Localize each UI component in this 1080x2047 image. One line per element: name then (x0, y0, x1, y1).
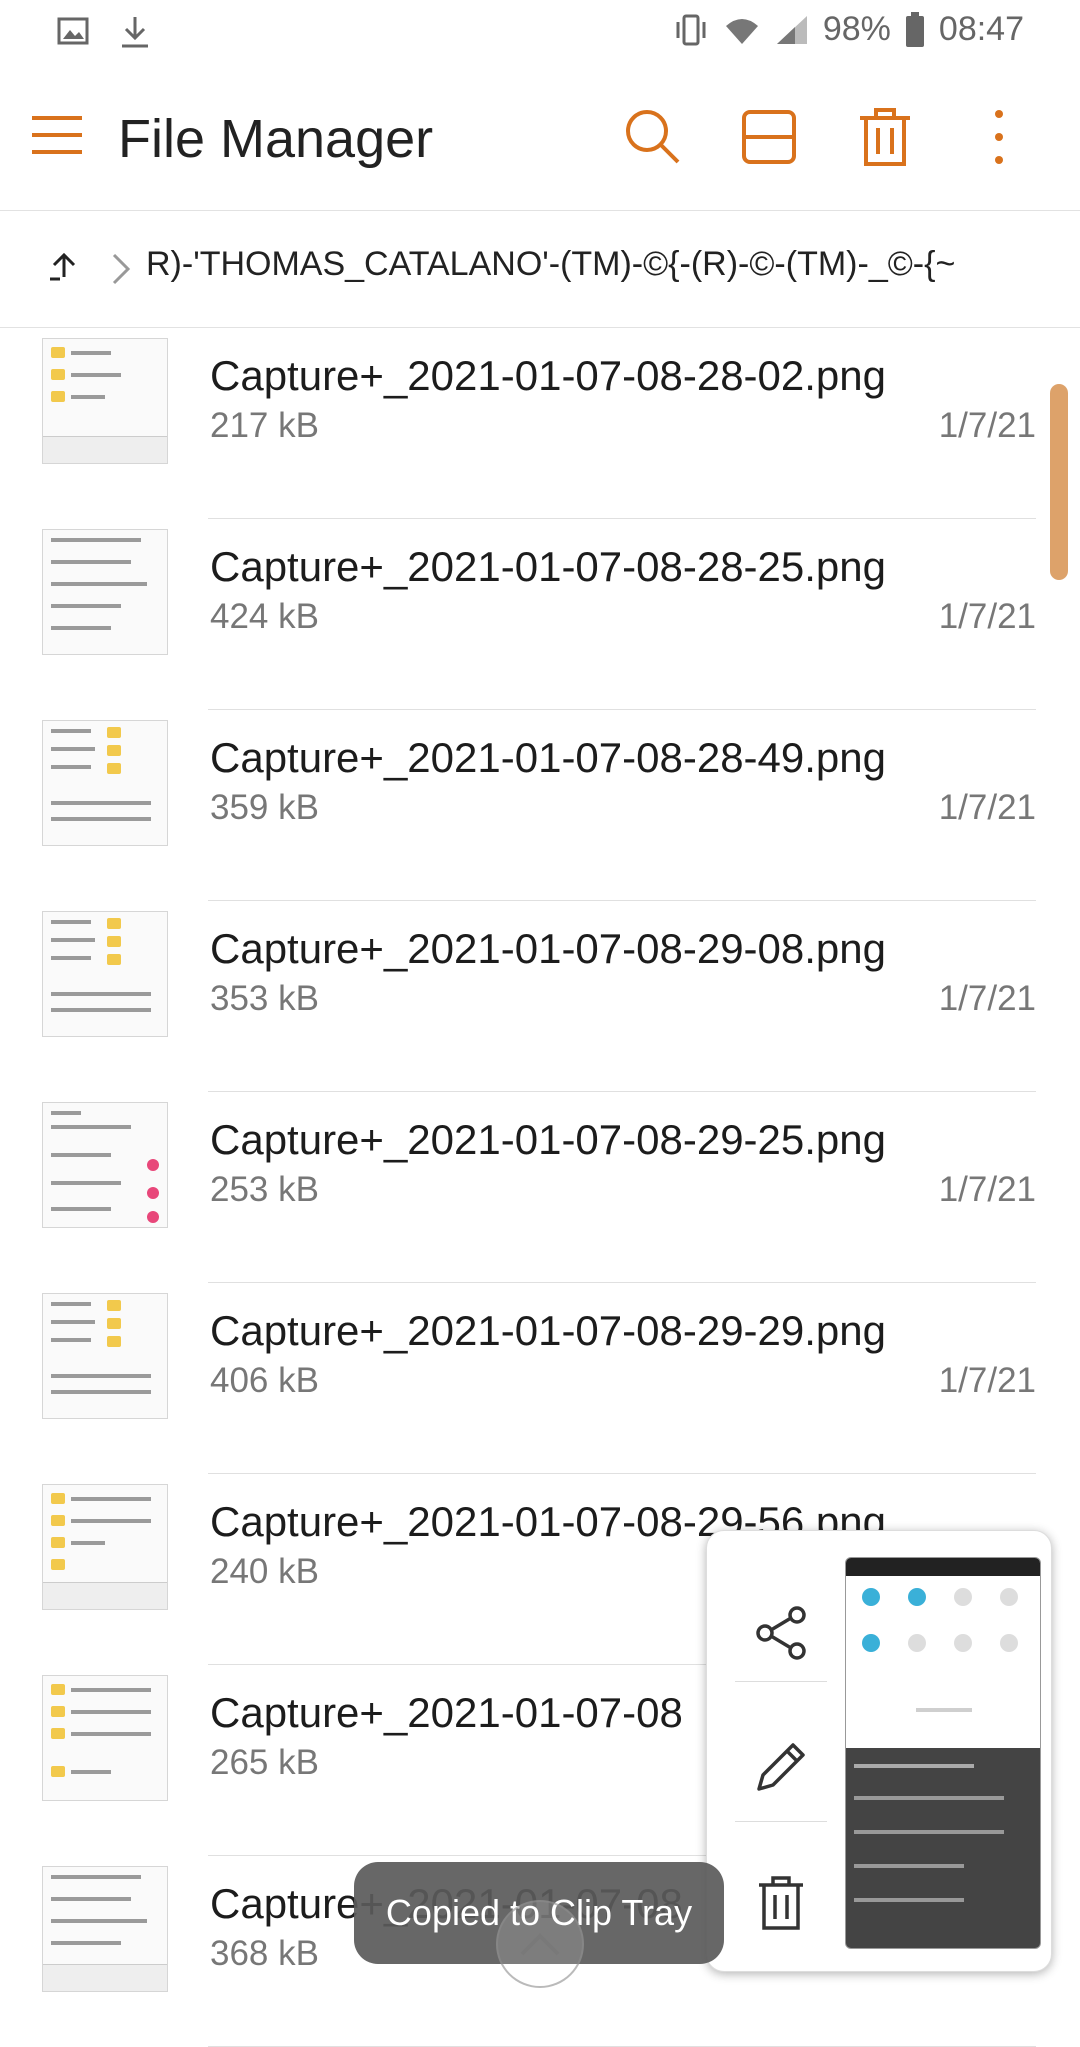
file-size: 253 kB (210, 1170, 319, 1209)
view-toggle-icon (742, 110, 796, 164)
search-button[interactable] (620, 104, 686, 170)
edit-icon (757, 1743, 805, 1791)
file-name: Capture+_2021-01-07-08-28-25.png (210, 543, 886, 590)
scrollbar-thumb[interactable] (1050, 384, 1068, 580)
file-size: 359 kB (210, 788, 319, 827)
file-size: 424 kB (210, 597, 319, 636)
file-size: 368 kB (210, 1934, 319, 1973)
file-name: Capture+_2021-01-07-08-29-29.png (210, 1307, 886, 1354)
download-icon (118, 14, 152, 50)
clock: 08:47 (938, 10, 1024, 48)
signal-icon (775, 14, 809, 46)
file-date: 1/7/21 (938, 1361, 1036, 1400)
file-thumbnail (42, 529, 168, 655)
file-thumbnail (42, 338, 168, 464)
battery-icon (905, 11, 925, 48)
more-icon (995, 110, 1003, 164)
arrow-up-icon (50, 252, 76, 281)
delete-icon (759, 1876, 803, 1930)
list-item[interactable]: Capture+_2021-01-07-08-28-02.png 217 kB … (0, 328, 1040, 519)
list-item[interactable]: Capture+_2021-01-07-08-29-25.png 253 kB … (0, 1092, 1040, 1283)
view-toggle-button[interactable] (736, 104, 802, 170)
file-thumbnail (42, 1484, 168, 1610)
list-item[interactable]: Capture+_2021-01-07-08-29-29.png 406 kB … (0, 1283, 1040, 1474)
file-date: 1/7/21 (938, 788, 1036, 827)
parent-folder-button[interactable] (46, 249, 82, 290)
chevron-up-icon (520, 1933, 560, 1956)
vibrate-icon (673, 13, 709, 47)
file-name: Capture+_2021-01-07-08 (210, 1689, 683, 1736)
file-thumbnail (42, 1675, 168, 1801)
screenshot-preview-panel (706, 1530, 1052, 1972)
file-date: 1/7/21 (938, 1170, 1036, 1209)
file-thumbnail (42, 720, 168, 846)
file-thumbnail (42, 1866, 168, 1992)
file-name: Capture+_2021-01-07-08-29-25.png (210, 1116, 886, 1163)
file-size: 240 kB (210, 1552, 319, 1591)
hamburger-icon (32, 116, 82, 154)
more-options-button[interactable] (966, 104, 1032, 170)
share-button[interactable] (739, 1591, 823, 1675)
breadcrumb-path[interactable]: R)-'THOMAS_CATALANO'-(TM)-©{-(R)-©-(TM)-… (146, 245, 1046, 284)
share-icon (756, 1606, 806, 1660)
image-icon (56, 14, 90, 50)
file-date: 1/7/21 (938, 406, 1036, 445)
breadcrumb: R)-'THOMAS_CATALANO'-(TM)-©{-(R)-©-(TM)-… (0, 211, 1080, 328)
delete-icon (860, 108, 910, 166)
clip-tray-handle[interactable] (496, 1900, 584, 1988)
list-item[interactable]: Capture+_2021-01-07-08-29-08.png 353 kB … (0, 901, 1040, 1092)
delete-button[interactable] (852, 104, 918, 170)
menu-button[interactable] (30, 112, 84, 158)
file-thumbnail (42, 911, 168, 1037)
battery-percent: 98% (822, 10, 891, 48)
file-size: 265 kB (210, 1743, 319, 1782)
file-name: Capture+_2021-01-07-08-29-08.png (210, 925, 886, 972)
file-thumbnail (42, 1293, 168, 1419)
app-bar: File Manager (0, 64, 1080, 211)
wifi-icon (723, 14, 761, 46)
chevron-right-icon (110, 251, 132, 292)
file-name: Capture+_2021-01-07-08-28-02.png (210, 352, 886, 399)
screenshot-thumbnail[interactable] (845, 1557, 1041, 1949)
page-title: File Manager (118, 109, 434, 169)
status-bar: 98% 08:47 (0, 0, 1080, 64)
file-size: 353 kB (210, 979, 319, 1018)
file-thumbnail (42, 1102, 168, 1228)
file-size: 406 kB (210, 1361, 319, 1400)
file-date: 1/7/21 (938, 597, 1036, 636)
edit-button[interactable] (739, 1725, 823, 1809)
delete-screenshot-button[interactable] (739, 1861, 823, 1945)
file-name: Capture+_2021-01-07-08-28-49.png (210, 734, 886, 781)
file-size: 217 kB (210, 406, 319, 445)
search-icon (626, 110, 680, 164)
list-item[interactable]: Capture+_2021-01-07-08-28-49.png 359 kB … (0, 710, 1040, 901)
file-date: 1/7/21 (938, 979, 1036, 1018)
list-item[interactable]: Capture+_2021-01-07-08-28-25.png 424 kB … (0, 519, 1040, 710)
